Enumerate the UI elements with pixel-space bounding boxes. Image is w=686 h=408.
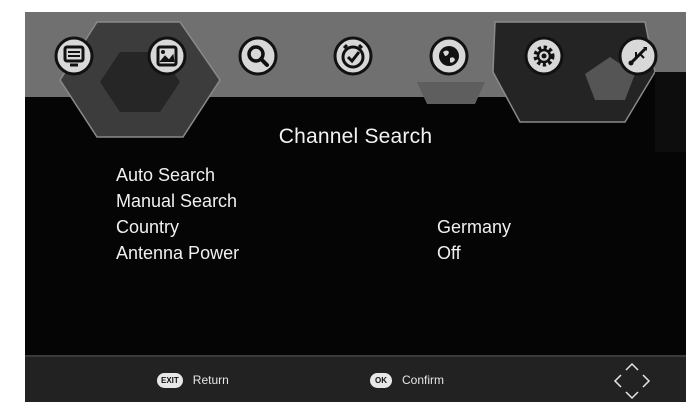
channel-search-menu: Auto Search Manual Search Country German… [116, 162, 616, 266]
menu-item-label: Antenna Power [116, 243, 240, 263]
page-title: Channel Search [278, 125, 433, 148]
help-bar: EXIT Return OK Confirm [25, 355, 686, 402]
menu-item-country[interactable]: Country Germany [116, 214, 616, 240]
tv-screen: Channel Search Auto Search Manual Search… [25, 12, 686, 402]
menu-item-label: Manual Search [116, 191, 238, 211]
time-icon[interactable] [333, 36, 373, 76]
menu-item-antenna-power[interactable]: Antenna Power Off [116, 240, 616, 266]
settings-icon[interactable] [524, 36, 564, 76]
menu-item-manual-search[interactable]: Manual Search [116, 188, 616, 214]
return-label: Return [192, 373, 229, 387]
usb-icon[interactable] [618, 36, 658, 76]
globe-icon[interactable] [429, 36, 469, 76]
main-menu-bar [25, 12, 686, 97]
confirm-label: Confirm [402, 373, 445, 387]
menu-item-label: Country [116, 217, 180, 237]
picture-icon[interactable] [147, 36, 187, 76]
search-icon[interactable] [238, 36, 278, 76]
menu-item-label: Auto Search [116, 165, 216, 185]
exit-key-badge: EXIT [157, 372, 183, 388]
return-button[interactable]: EXIT Return [157, 370, 229, 390]
menu-item-auto-search[interactable]: Auto Search [116, 162, 616, 188]
dpad-arrows-icon [613, 362, 651, 400]
country-value: Germany [437, 217, 512, 237]
ok-key-badge: OK [370, 372, 392, 388]
antenna-power-value: Off [437, 243, 461, 263]
tv-program-icon[interactable] [54, 36, 94, 76]
confirm-button[interactable]: OK Confirm [370, 370, 444, 390]
